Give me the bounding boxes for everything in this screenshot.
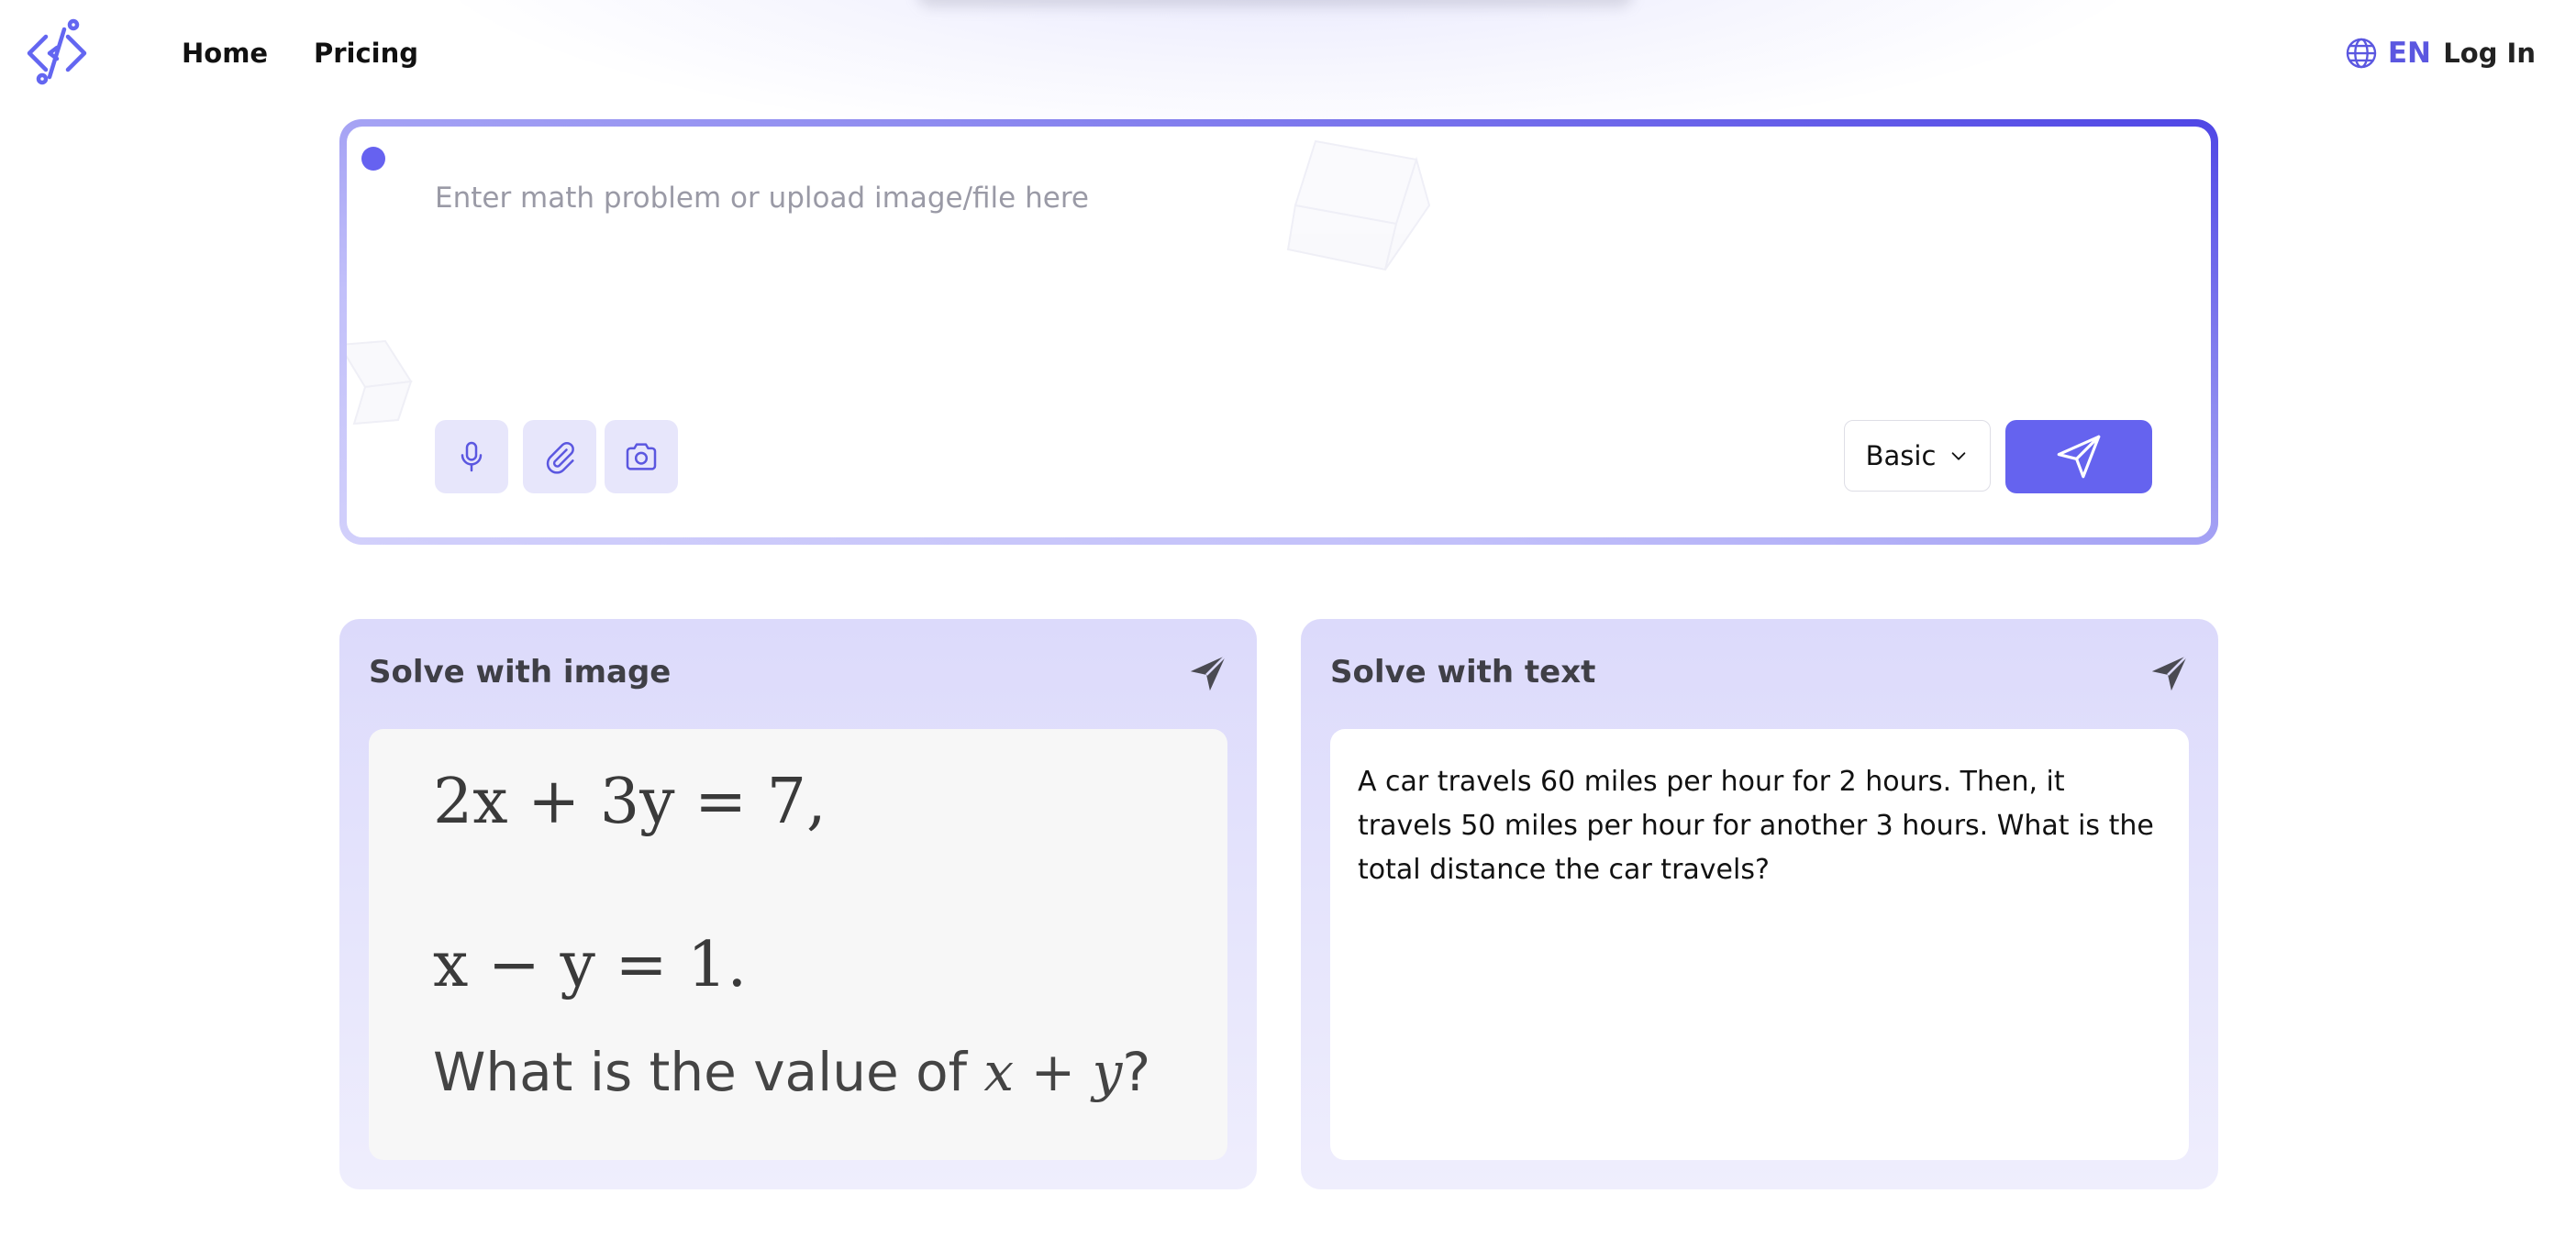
paper-plane-icon[interactable] (2149, 652, 2191, 694)
login-link[interactable]: Log In (2443, 35, 2536, 72)
math-question: What is the value of x + y? (433, 1041, 1150, 1103)
nav-pricing-link[interactable]: Pricing (314, 35, 418, 72)
example-problem-text: A car travels 60 miles per hour for 2 ho… (1358, 766, 2154, 886)
example-text-box: A car travels 60 miles per hour for 2 ho… (1330, 729, 2189, 1160)
problem-input[interactable] (435, 182, 2086, 328)
problem-input-inner: Basic (347, 127, 2211, 537)
question-text: What is the value of (433, 1041, 984, 1103)
language-selector[interactable]: EN (2344, 33, 2431, 73)
voice-input-button[interactable] (435, 420, 508, 493)
globe-icon (2346, 38, 2377, 69)
paper-plane-icon[interactable] (1187, 652, 1229, 694)
paperclip-icon (546, 442, 574, 474)
status-dot (361, 147, 385, 171)
example-image: 2x + 3y = 7, x − y = 1. What is the valu… (369, 729, 1227, 1160)
decorative-cube-small (347, 339, 413, 426)
mode-select-value: Basic (1865, 440, 1937, 471)
paper-plane-icon (2057, 435, 2101, 479)
chevron-down-icon (1952, 452, 1966, 460)
equation-2: x − y = 1. (433, 929, 748, 1001)
brand-logo[interactable] (22, 17, 92, 86)
microphone-icon (461, 441, 483, 472)
problem-input-panel: Basic (339, 119, 2218, 545)
code-bracket-logo-icon (27, 18, 87, 85)
send-button[interactable] (2005, 420, 2152, 493)
language-label: EN (2387, 37, 2431, 70)
question-math: x + y (983, 1041, 1123, 1103)
camera-button[interactable] (605, 420, 678, 493)
example-card-text[interactable]: Solve with text A car travels 60 miles p… (1301, 619, 2218, 1189)
mode-select[interactable]: Basic (1844, 420, 1991, 492)
equation-1: 2x + 3y = 7, (433, 766, 827, 838)
example-card-image[interactable]: Solve with image 2x + 3y = 7, x − y = 1.… (339, 619, 1257, 1189)
camera-icon (626, 443, 657, 470)
attach-file-button[interactable] (523, 420, 596, 493)
question-end: ? (1122, 1041, 1151, 1103)
card-title: Solve with text (1330, 654, 1596, 691)
card-title: Solve with image (369, 654, 672, 691)
header-banner-text-blurred (917, 0, 1633, 7)
nav-home-link[interactable]: Home (182, 35, 268, 72)
